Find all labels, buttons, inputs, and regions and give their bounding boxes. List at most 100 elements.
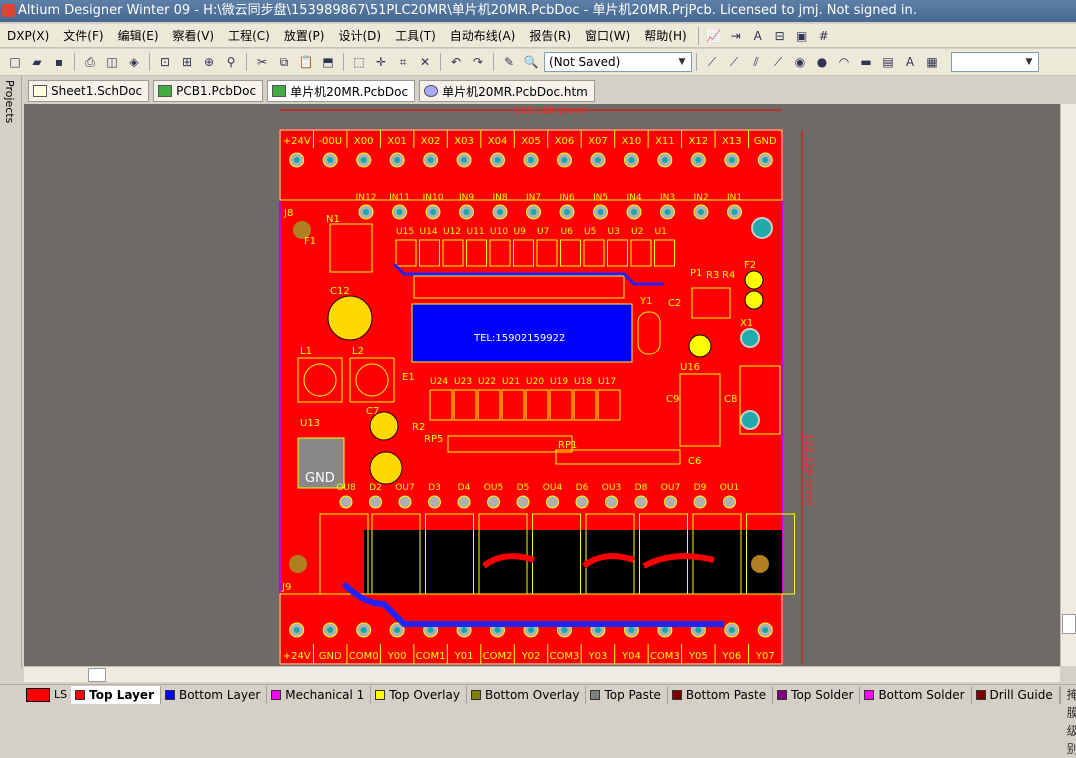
layer-tab-top-layer[interactable]: Top Layer xyxy=(71,685,161,704)
layer-tab-bottom-paste[interactable]: Bottom Paste xyxy=(668,685,774,704)
layer-tab-bottom-solder[interactable]: Bottom Solder xyxy=(860,685,972,704)
browse-components-icon[interactable]: 🔍 xyxy=(521,52,541,72)
menu-reports[interactable]: 报告(R) xyxy=(522,25,578,47)
layer-color-swatch xyxy=(470,689,481,700)
copy-icon[interactable]: ⧉ xyxy=(274,52,294,72)
print-preview-icon[interactable]: ◫ xyxy=(102,52,122,72)
layer-tab-mechanical-1[interactable]: Mechanical 1 xyxy=(267,685,372,704)
ic-label: U9 xyxy=(514,227,527,237)
doc-tab-pcbdoc-active[interactable]: 单片机20MR.PcbDoc xyxy=(267,80,416,102)
zoom-area-icon[interactable]: ⊞ xyxy=(177,52,197,72)
zoom-filter-icon[interactable]: ⚲ xyxy=(221,52,241,72)
current-layer-swatch[interactable]: LS xyxy=(26,687,67,703)
layer-tab-top-solder[interactable]: Top Solder xyxy=(773,685,861,704)
menu-view[interactable]: 察看(V) xyxy=(166,25,222,47)
place-fill-icon[interactable]: ▬ xyxy=(856,52,876,72)
menu-dxp[interactable]: DXP(X) xyxy=(0,25,56,47)
ic-label: U14 xyxy=(420,227,438,237)
layer-tab-top-paste[interactable]: Top Paste xyxy=(586,685,668,704)
input-label: IN3 xyxy=(660,193,675,203)
relay-label: OU7 xyxy=(661,483,680,493)
place-polygon-icon[interactable]: ▤ xyxy=(878,52,898,72)
select-area-icon[interactable]: ⬚ xyxy=(349,52,369,72)
capacitor-c1 xyxy=(688,334,712,358)
chevron-down-icon[interactable]: ▼ xyxy=(1022,54,1036,70)
doc-tab-sheet1[interactable]: Sheet1.SchDoc xyxy=(28,80,150,102)
room-tool-icon[interactable]: ▣ xyxy=(792,26,812,46)
grid-tool-icon[interactable]: # xyxy=(814,26,834,46)
zoom-selected-icon[interactable]: ⊕ xyxy=(199,52,219,72)
layer-tab-bottom-overlay[interactable]: Bottom Overlay xyxy=(467,685,587,704)
top-header-label: X04 xyxy=(488,136,508,147)
ic-label: U22 xyxy=(478,377,496,387)
bottom-header-label: COM3 xyxy=(650,651,680,662)
place-via-icon[interactable]: ⟋ xyxy=(768,52,788,72)
horizontal-scroll-thumb[interactable] xyxy=(88,668,106,682)
vertical-scroll-thumb[interactable] xyxy=(1062,614,1076,634)
menu-autoroute[interactable]: 自动布线(A) xyxy=(443,25,523,47)
new-file-icon[interactable]: □ xyxy=(5,52,25,72)
menu-file[interactable]: 文件(F) xyxy=(56,25,110,47)
chart-tool-icon[interactable]: 📈 xyxy=(704,26,724,46)
projects-panel-tab[interactable]: Projects xyxy=(3,80,16,123)
layer-tab-label: Top Layer xyxy=(89,687,154,702)
redo-icon[interactable]: ↷ xyxy=(468,52,488,72)
horizontal-scrollbar[interactable] xyxy=(24,666,1060,682)
rubber-stamp-icon[interactable]: ⬒ xyxy=(318,52,338,72)
chevron-down-icon[interactable]: ▼ xyxy=(675,54,689,70)
menu-help[interactable]: 帮助(H) xyxy=(637,25,693,47)
doc-tab-htm[interactable]: 单片机20MR.PcbDoc.htm xyxy=(419,80,595,102)
menu-place[interactable]: 放置(P) xyxy=(277,25,332,47)
doc-tab-pcb1[interactable]: PCB1.PcbDoc xyxy=(153,80,264,102)
layer-tab-label: Bottom Solder xyxy=(878,687,965,702)
place-component-icon[interactable]: ▦ xyxy=(922,52,942,72)
layers-icon[interactable]: ◈ xyxy=(124,52,144,72)
paste-icon[interactable]: 📋 xyxy=(296,52,316,72)
top-header-label: -00U xyxy=(318,136,342,147)
align-tool-icon[interactable]: ⇥ xyxy=(726,26,746,46)
menu-edit[interactable]: 编辑(E) xyxy=(111,25,166,47)
layer-filter-combo[interactable]: ▼ xyxy=(951,52,1039,72)
place-arc-icon[interactable]: ◠ xyxy=(834,52,854,72)
print-icon[interactable]: ⎙ xyxy=(80,52,100,72)
clear-filter-icon[interactable]: ✕ xyxy=(415,52,435,72)
place-pad-icon[interactable]: ◉ xyxy=(790,52,810,72)
cut-icon[interactable]: ✂ xyxy=(252,52,272,72)
place-via2-icon[interactable]: ● xyxy=(812,52,832,72)
vertical-scrollbar[interactable] xyxy=(1060,104,1076,666)
crossprobe-icon[interactable]: ✎ xyxy=(499,52,519,72)
label-u16: U16 xyxy=(680,362,700,373)
layer-tab-drill-guide[interactable]: Drill Guide xyxy=(972,685,1060,704)
mask-level-button[interactable]: 掩膜级别 xyxy=(1059,685,1076,756)
open-folder-icon[interactable]: ▰ xyxy=(27,52,47,72)
bottom-header-label: Y02 xyxy=(521,651,541,662)
zoom-fit-icon[interactable]: ⊡ xyxy=(155,52,175,72)
pcb-board-drawing[interactable]: 115.189 (mm) 122.229 (mm) +24V -00U X00 X01… xyxy=(24,104,1060,666)
multi-route-icon[interactable]: ⫽ xyxy=(746,52,766,72)
fuse-f2 xyxy=(744,270,764,290)
menu-project[interactable]: 工程(C) xyxy=(221,25,277,47)
input-label: IN6 xyxy=(559,193,574,203)
menu-design[interactable]: 设计(D) xyxy=(331,25,388,47)
layer-tab-top-overlay[interactable]: Top Overlay xyxy=(371,685,467,704)
top-header-label: X10 xyxy=(622,136,642,147)
text-tool-icon[interactable]: A xyxy=(748,26,768,46)
layer-tab-bottom-layer[interactable]: Bottom Layer xyxy=(161,685,268,704)
top-header-label: X00 xyxy=(354,136,374,147)
interactive-route-icon[interactable]: ⟋ xyxy=(702,52,722,72)
place-string-icon[interactable]: A xyxy=(900,52,920,72)
menu-window[interactable]: 窗口(W) xyxy=(578,25,637,47)
layer-color-swatch xyxy=(164,689,175,700)
save-status-combo[interactable]: (Not Saved) ▼ xyxy=(544,52,692,72)
bottom-header-label: Y03 xyxy=(588,651,608,662)
label-c12: C12 xyxy=(330,286,350,297)
pcb-canvas[interactable]: 115.189 (mm) 122.229 (mm) +24V -00U X00 X01… xyxy=(24,104,1060,666)
ruler-tool-icon[interactable]: ⊟ xyxy=(770,26,790,46)
relay-led xyxy=(693,495,707,509)
diff-pair-route-icon[interactable]: ⟋ xyxy=(724,52,744,72)
menu-tools[interactable]: 工具(T) xyxy=(388,25,443,47)
save-icon[interactable]: ▪ xyxy=(49,52,69,72)
undo-icon[interactable]: ↶ xyxy=(446,52,466,72)
deselect-icon[interactable]: ⌗ xyxy=(393,52,413,72)
move-icon[interactable]: ✛ xyxy=(371,52,391,72)
